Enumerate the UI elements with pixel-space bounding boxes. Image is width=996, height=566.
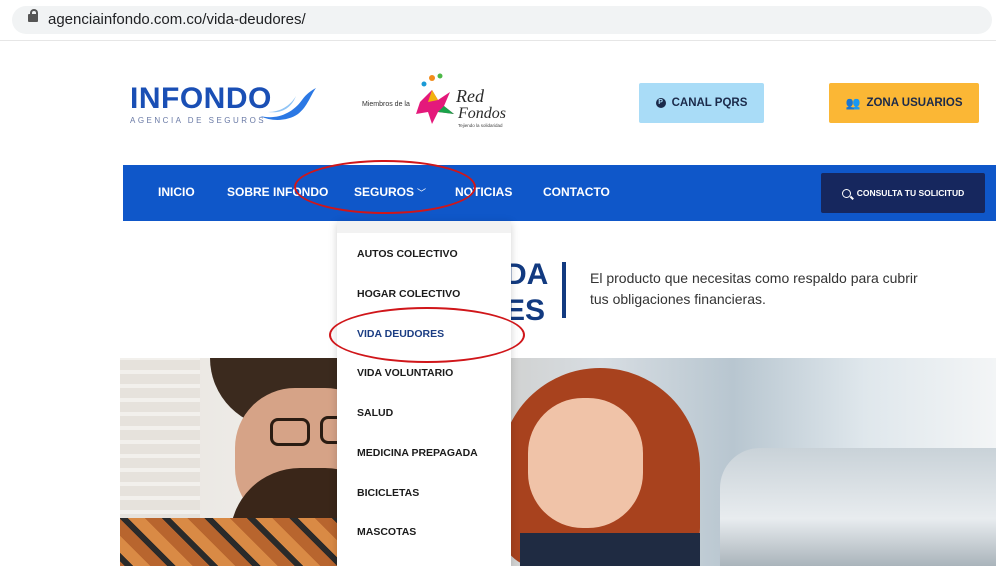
nav-item-inicio[interactable]: INICIO — [158, 185, 195, 199]
red-fondos-logo[interactable]: Red Fondos Tejiendo la solidaridad — [410, 72, 510, 130]
hero-title-line1: DA — [505, 258, 549, 291]
dropdown-item-salud[interactable]: SALUD — [357, 407, 393, 419]
consulta-solicitud-label: CONSULTA TU SOLICITUD — [856, 188, 965, 198]
woman-face — [528, 398, 643, 528]
dropdown-item-medicina-prepagada[interactable]: MEDICINA PREPAGADA — [357, 447, 478, 459]
search-icon — [841, 188, 851, 198]
canal-pqrs-label: CANAL PQRS — [671, 97, 748, 109]
nav-item-seguros-label: SEGUROS — [354, 185, 415, 199]
pqrs-icon: P — [655, 98, 666, 108]
hero-photo — [120, 358, 996, 566]
main-nav: INICIO SOBRE INFONDO SEGUROS ﹀ NOTICIAS C… — [123, 165, 996, 221]
partner-logo-line2: Fondos — [457, 105, 506, 122]
hero-title-line2: ES — [505, 294, 546, 327]
dropdown-item-mascotas[interactable]: MASCOTAS — [357, 526, 416, 538]
chevron-down-icon: ﹀ — [417, 188, 427, 198]
address-bar[interactable]: agenciainfondo.com.co/vida-deudores/ — [12, 6, 992, 34]
nav-item-contacto[interactable]: CONTACTO — [543, 185, 610, 199]
nav-item-sobre-infondo[interactable]: SOBRE INFONDO — [227, 185, 328, 199]
canal-pqrs-button[interactable]: P CANAL PQRS — [639, 83, 764, 123]
dropdown-item-vida-voluntario[interactable]: VIDA VOLUNTARIO — [357, 367, 453, 379]
partner-logo-line1: Red — [455, 86, 485, 106]
dropdown-item-autos-colectivo[interactable]: AUTOS COLECTIVO — [357, 248, 458, 260]
browser-url-bar: agenciainfondo.com.co/vida-deudores/ — [0, 0, 996, 41]
nav-item-seguros[interactable]: SEGUROS ﹀ — [354, 185, 426, 199]
seguros-dropdown: AUTOS COLECTIVO HOGAR COLECTIVO VIDA DEU… — [337, 221, 511, 566]
logo-subtitle: AGENCIA DE SEGUROS — [130, 116, 267, 125]
dropdown-item-vida-deudores[interactable]: VIDA DEUDORES — [357, 328, 444, 340]
partner-label: Miembros de la — [362, 101, 410, 108]
glasses-left — [270, 418, 310, 446]
consulta-solicitud-button[interactable]: CONSULTA TU SOLICITUD — [821, 173, 985, 213]
users-icon: 👥 — [845, 96, 861, 110]
nav-item-noticias[interactable]: NOTICIAS — [455, 185, 512, 199]
partner-logo-tagline: Tejiendo la solidaridad — [458, 123, 503, 128]
hero-divider — [562, 262, 566, 318]
dropdown-item-hogar-colectivo[interactable]: HOGAR COLECTIVO — [357, 288, 460, 300]
car-background — [720, 448, 996, 566]
zona-usuarios-button[interactable]: 👥 ZONA USUARIOS — [829, 83, 979, 123]
dropdown-item-bicicletas[interactable]: BICICLETAS — [357, 487, 419, 499]
zona-usuarios-label: ZONA USUARIOS — [866, 97, 963, 109]
hero-description: El producto que necesitas como respaldo … — [590, 270, 918, 307]
logo-text: INFONDO — [130, 82, 272, 115]
woman-top — [520, 533, 700, 566]
lock-icon — [28, 9, 38, 22]
infondo-logo[interactable]: INFONDO AGENCIA DE SEGUROS — [130, 82, 272, 126]
bird-logo-icon — [260, 88, 316, 120]
url-text[interactable]: agenciainfondo.com.co/vida-deudores/ — [48, 11, 306, 28]
